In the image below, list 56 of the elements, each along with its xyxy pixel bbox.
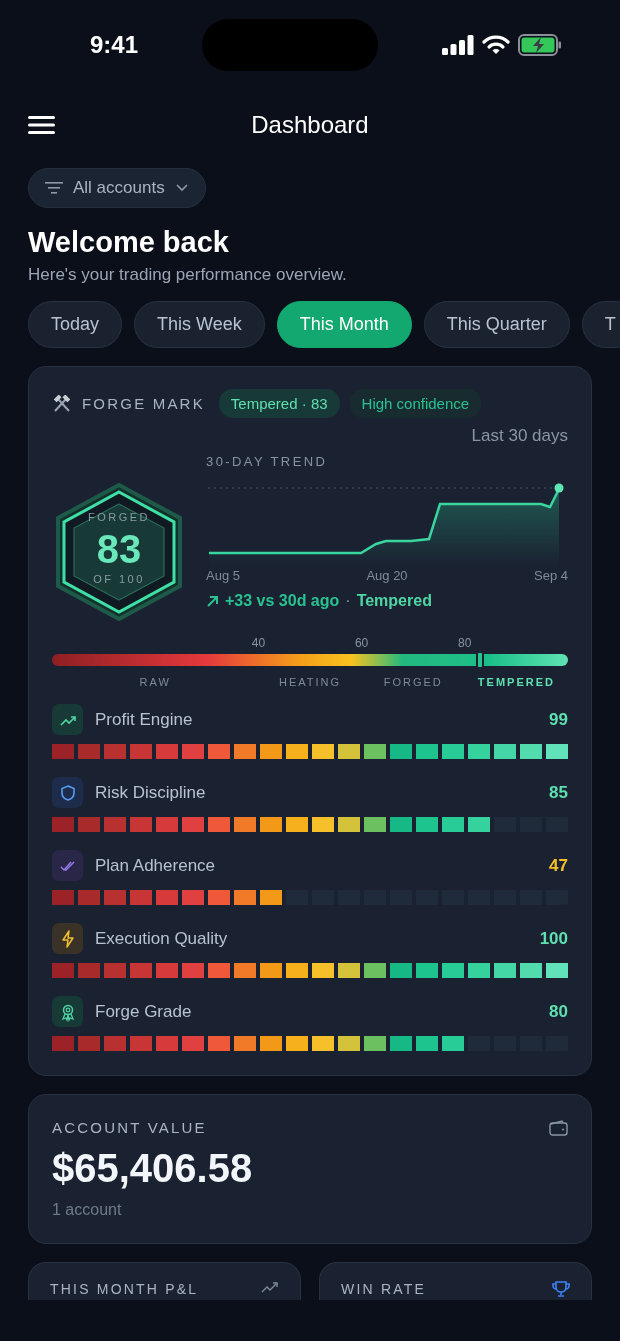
welcome-heading: Welcome back [28, 226, 230, 259]
period-tab[interactable]: T [581, 301, 620, 348]
hammers-icon [52, 394, 72, 413]
status-badge: Tempered · 83 [218, 389, 340, 418]
period-tab[interactable]: Today [28, 301, 123, 348]
menu-icon[interactable] [28, 115, 56, 135]
metric-score: 80 [549, 1001, 568, 1022]
band-label: RAW [139, 676, 171, 688]
axis-label: Sep 4 [534, 568, 568, 583]
metric-name: Plan Adherence [95, 855, 217, 876]
status-badge: High confidence [349, 389, 482, 418]
wifi-icon [482, 35, 510, 55]
metric-name: Forge Grade [95, 1001, 193, 1022]
filter-icon [45, 181, 63, 195]
account-filter[interactable]: All accounts [28, 168, 206, 208]
trend-change: +33 vs 30d ago [225, 592, 340, 610]
trend-icon [261, 1281, 279, 1293]
date-range: Last 30 days [471, 426, 568, 445]
band-label: HEATING [278, 676, 342, 688]
scale-tick: 80 [458, 636, 472, 650]
welcome-subtitle: Here's your trading performance overview. [28, 265, 347, 285]
band-label: FORGED [383, 676, 443, 688]
metric-name: Profit Engine [95, 709, 194, 730]
metric-score: 47 [549, 855, 568, 876]
card-title: ACCOUNT VALUE [52, 1119, 207, 1136]
hex-label: FORGED [87, 511, 151, 523]
trophy-icon [552, 1281, 570, 1297]
wallet-icon [549, 1119, 568, 1136]
metric-score: 100 [539, 928, 568, 949]
hex-label: OF 100 [93, 573, 145, 585]
account-value: $65,406.58 [52, 1146, 253, 1191]
metric-score: 85 [549, 782, 568, 803]
signal-icon [442, 35, 474, 55]
scale-tick: 60 [354, 636, 369, 650]
separator-dot: · [345, 592, 351, 610]
chevron-down-icon [174, 183, 189, 193]
band-label: TEMPERED [477, 676, 555, 688]
forge-score: 83 [96, 527, 142, 571]
screen-title: Dashboard [250, 111, 370, 139]
metric-name: Risk Discipline [95, 782, 207, 803]
card-title: FORGE MARK [82, 395, 205, 412]
period-tab[interactable]: This Week [134, 301, 265, 348]
axis-label: Aug 5 [206, 568, 240, 583]
card-title: THIS MONTH P&L [50, 1281, 199, 1297]
battery-charging-icon [518, 34, 562, 56]
status-time: 9:41 [90, 31, 139, 59]
metric-score: 99 [549, 709, 568, 730]
tier-label: Tempered [356, 592, 432, 610]
chart-title: 30-DAY TREND [206, 454, 328, 469]
arrow-up-right-icon [206, 594, 219, 608]
period-tab[interactable]: This Quarter [423, 301, 570, 348]
card-title: WIN RATE [341, 1281, 426, 1297]
axis-label: Aug 20 [366, 568, 408, 583]
account-count: 1 account [52, 1201, 123, 1219]
scale-tick: 40 [251, 636, 266, 650]
metric-name: Execution Quality [95, 928, 229, 949]
